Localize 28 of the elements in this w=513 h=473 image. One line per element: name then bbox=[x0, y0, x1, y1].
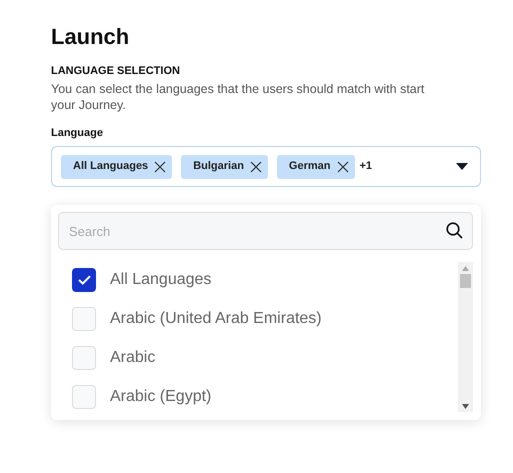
page-title: Launch bbox=[51, 24, 130, 50]
search-field[interactable]: Search bbox=[58, 212, 473, 250]
section-description: You can select the languages that the users should match with start your Journey. bbox=[51, 81, 426, 113]
field-label: Language bbox=[51, 126, 104, 140]
option-label: Arabic (Egypt) bbox=[110, 386, 212, 406]
scroll-thumb[interactable] bbox=[460, 274, 471, 288]
language-option[interactable]: Arabic (United Arab Emirates) bbox=[58, 299, 458, 338]
language-option[interactable]: All Languages bbox=[58, 260, 458, 299]
remove-icon[interactable] bbox=[154, 160, 166, 172]
chip-label: Bulgarian bbox=[193, 159, 244, 174]
caret-icon[interactable] bbox=[456, 162, 468, 170]
search-icon[interactable] bbox=[446, 222, 463, 239]
remove-icon[interactable] bbox=[250, 160, 262, 172]
check-icon bbox=[78, 274, 90, 284]
option-label: All Languages bbox=[110, 270, 212, 290]
scroll-down-icon[interactable] bbox=[462, 404, 469, 409]
more-count: +1 bbox=[360, 159, 372, 174]
option-label: Arabic (United Arab Emirates) bbox=[110, 308, 322, 328]
remove-icon[interactable] bbox=[336, 160, 348, 172]
scrollbar[interactable] bbox=[458, 262, 473, 412]
language-option[interactable]: Arabic bbox=[58, 338, 458, 377]
checkbox[interactable] bbox=[72, 268, 96, 292]
language-option[interactable]: Arabic (Egypt) bbox=[58, 377, 458, 416]
option-label: Arabic bbox=[110, 348, 156, 368]
language-select[interactable]: All Languages Bulgarian German +1 bbox=[51, 146, 481, 187]
chip-label: All Languages bbox=[73, 159, 148, 174]
section-heading: LANGUAGE SELECTION bbox=[51, 64, 181, 78]
chip-label: German bbox=[288, 159, 330, 174]
